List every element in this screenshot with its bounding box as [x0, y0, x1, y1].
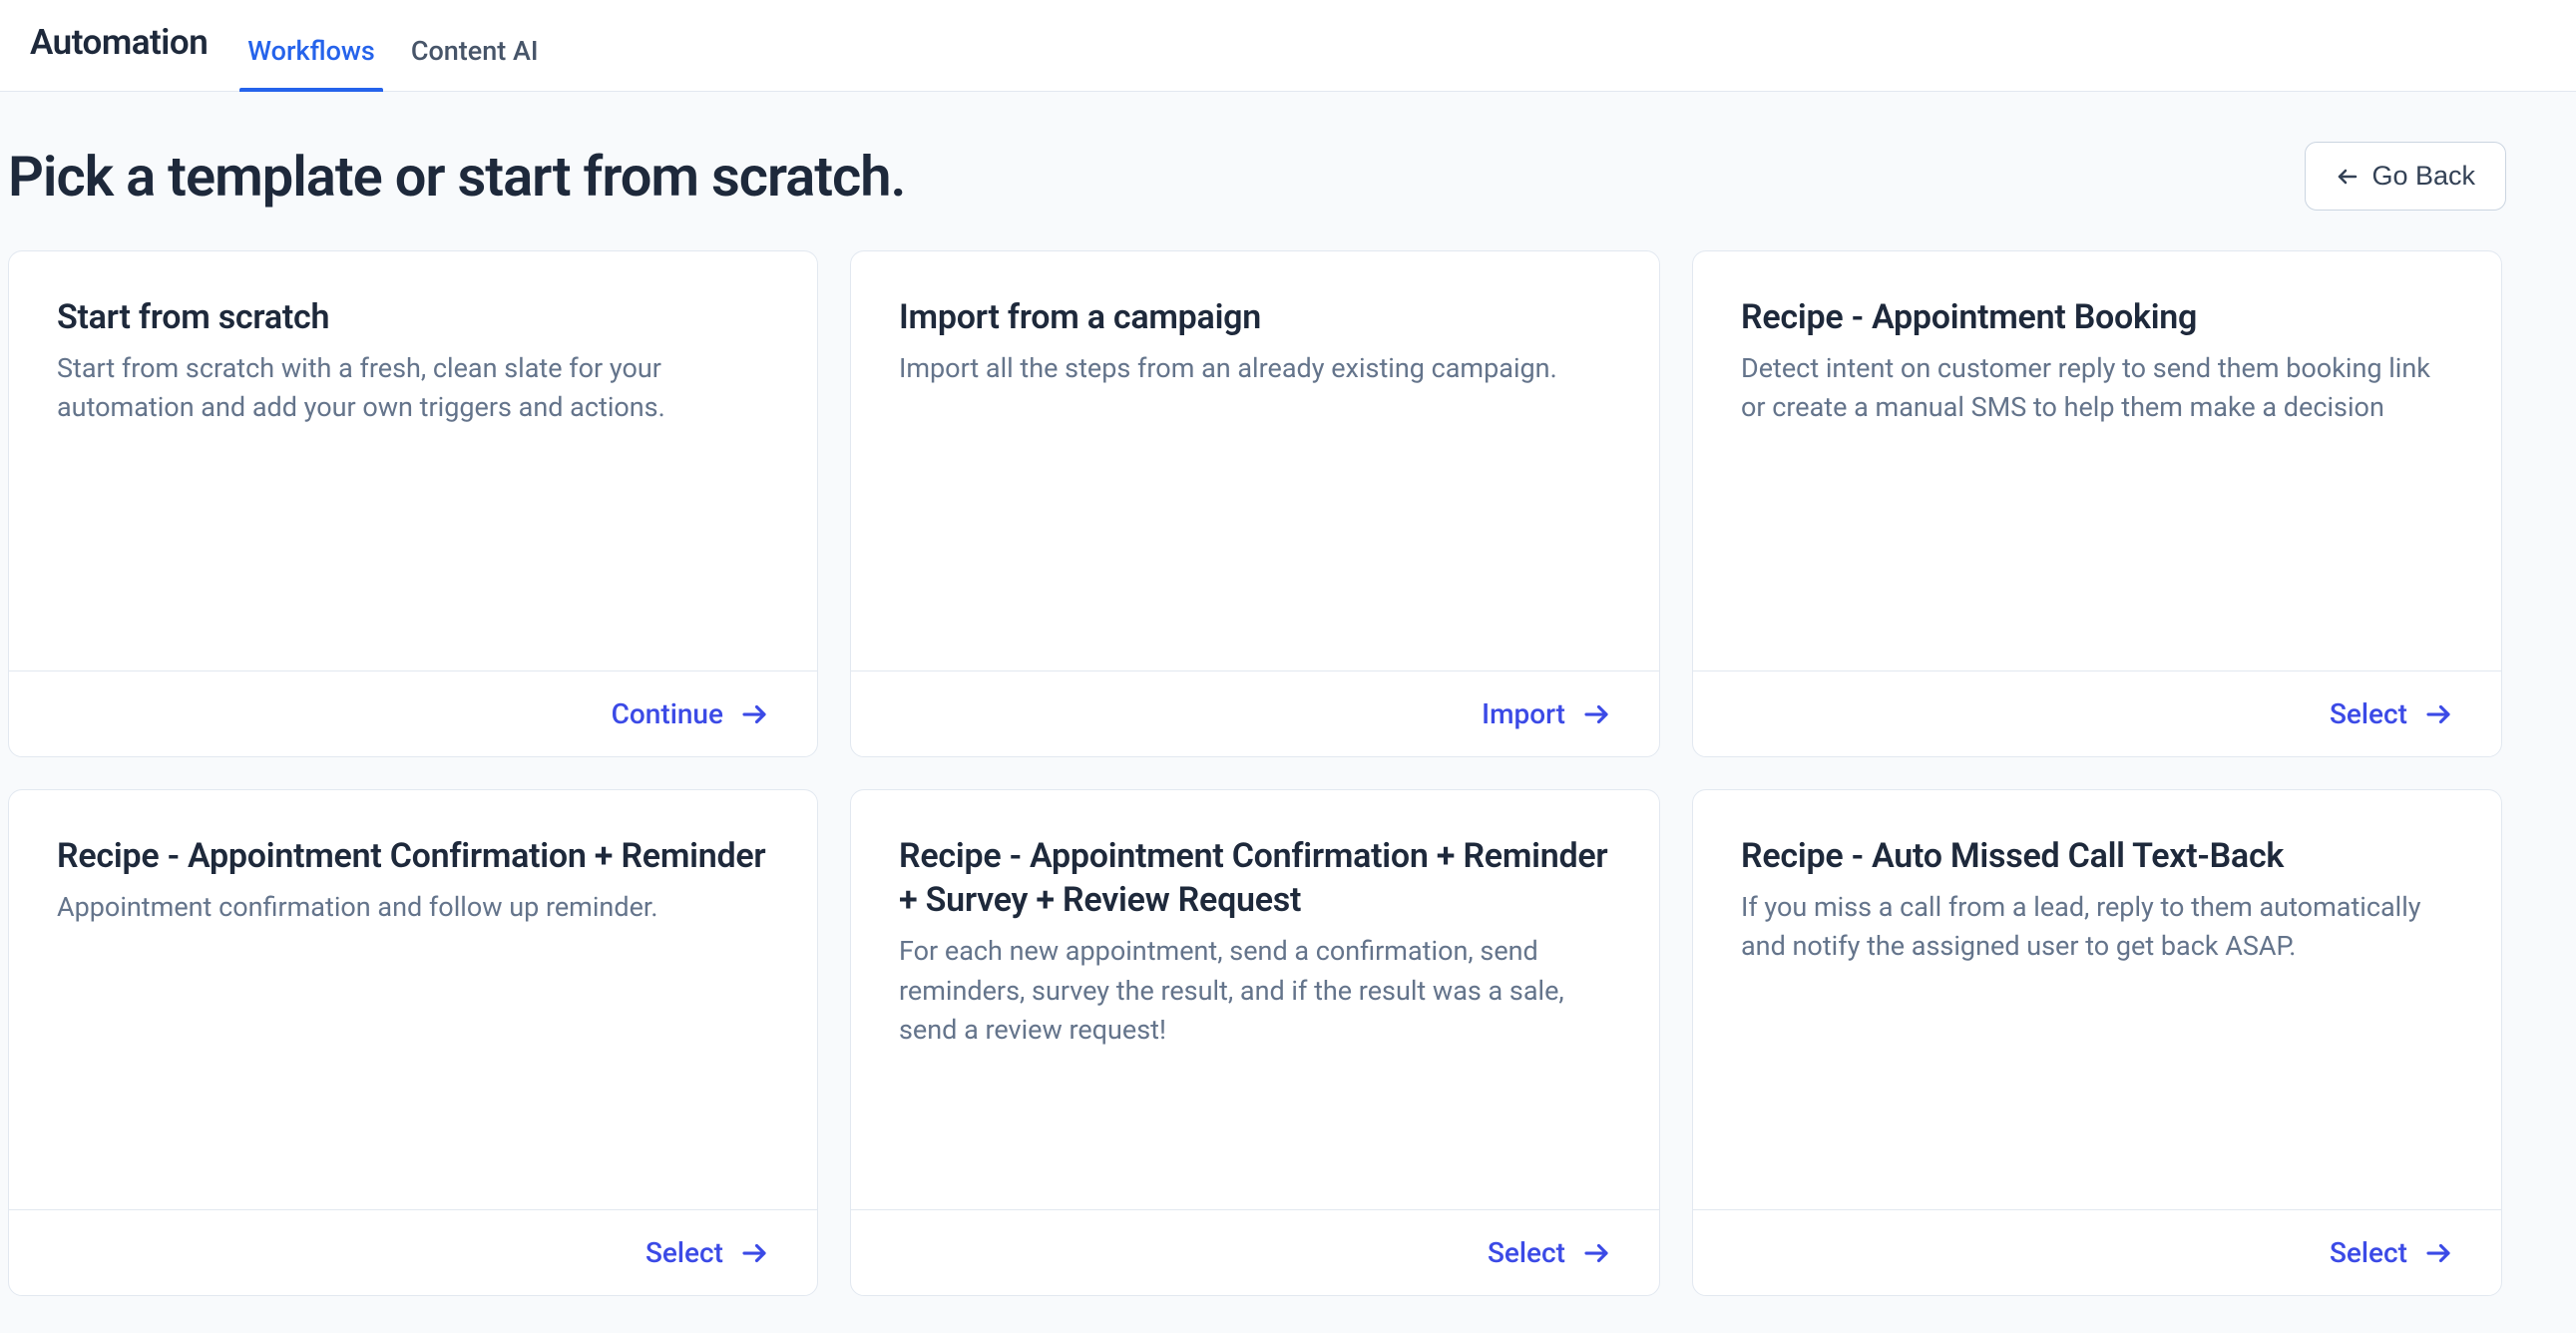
- card-body: Recipe - Appointment Confirmation + Remi…: [851, 790, 1659, 1209]
- card-body: Recipe - Appointment Confirmation + Remi…: [9, 790, 817, 1209]
- go-back-button[interactable]: Go Back: [2305, 142, 2506, 211]
- card-action-label: Import: [1482, 697, 1565, 730]
- arrow-right-icon: [739, 1238, 769, 1268]
- card-action-label: Select: [2330, 697, 2407, 730]
- card-title: Recipe - Auto Missed Call Text-Back: [1741, 834, 2453, 878]
- card-title: Recipe - Appointment Booking: [1741, 295, 2453, 339]
- go-back-label: Go Back: [2371, 161, 2475, 192]
- topbar: Automation Workflows Content AI: [0, 0, 2576, 92]
- card-desc: Import all the steps from an already exi…: [899, 349, 1597, 388]
- card-footer: Select: [1693, 670, 2501, 756]
- tabs: Workflows Content AI: [247, 35, 538, 91]
- card-footer: Continue: [9, 670, 817, 756]
- card-footer: Import: [851, 670, 1659, 756]
- continue-button[interactable]: Continue: [612, 697, 769, 730]
- card-desc: If you miss a call from a lead, reply to…: [1741, 888, 2439, 966]
- select-button[interactable]: Select: [645, 1236, 769, 1269]
- card-title: Recipe - Appointment Confirmation + Remi…: [899, 834, 1611, 922]
- card-desc: Start from scratch with a fresh, clean s…: [57, 349, 755, 427]
- card-import-from-campaign: Import from a campaign Import all the st…: [850, 250, 1660, 757]
- card-title: Start from scratch: [57, 295, 769, 339]
- card-body: Import from a campaign Import all the st…: [851, 251, 1659, 670]
- import-button[interactable]: Import: [1482, 697, 1611, 730]
- card-footer: Select: [851, 1209, 1659, 1295]
- card-recipe-appointment-booking: Recipe - Appointment Booking Detect inte…: [1692, 250, 2502, 757]
- card-body: Recipe - Appointment Booking Detect inte…: [1693, 251, 2501, 670]
- card-recipe-auto-missed-call-text-back: Recipe - Auto Missed Call Text-Back If y…: [1692, 789, 2502, 1296]
- arrow-right-icon: [2423, 699, 2453, 729]
- card-action-label: Select: [1488, 1236, 1565, 1269]
- card-desc: Detect intent on customer reply to send …: [1741, 349, 2439, 427]
- template-grid: Start from scratch Start from scratch wi…: [0, 250, 2514, 1296]
- card-action-label: Select: [2330, 1236, 2407, 1269]
- card-title: Import from a campaign: [899, 295, 1611, 339]
- tab-workflows[interactable]: Workflows: [247, 35, 375, 91]
- card-desc: Appointment confirmation and follow up r…: [57, 888, 755, 927]
- hero-row: Pick a template or start from scratch. G…: [0, 92, 2514, 250]
- card-footer: Select: [1693, 1209, 2501, 1295]
- app-title: Automation: [30, 22, 208, 91]
- select-button[interactable]: Select: [2330, 697, 2453, 730]
- card-start-from-scratch: Start from scratch Start from scratch wi…: [8, 250, 818, 757]
- arrow-right-icon: [2423, 1238, 2453, 1268]
- select-button[interactable]: Select: [2330, 1236, 2453, 1269]
- card-body: Start from scratch Start from scratch wi…: [9, 251, 817, 670]
- select-button[interactable]: Select: [1488, 1236, 1611, 1269]
- tab-content-ai[interactable]: Content AI: [411, 35, 539, 91]
- arrow-right-icon: [1581, 1238, 1611, 1268]
- card-recipe-appointment-confirmation-survey-review: Recipe - Appointment Confirmation + Remi…: [850, 789, 1660, 1296]
- card-title: Recipe - Appointment Confirmation + Remi…: [57, 834, 769, 878]
- arrow-left-icon: [2336, 165, 2360, 189]
- card-footer: Select: [9, 1209, 817, 1295]
- card-desc: For each new appointment, send a confirm…: [899, 932, 1597, 1049]
- card-recipe-appointment-confirmation-reminder: Recipe - Appointment Confirmation + Remi…: [8, 789, 818, 1296]
- card-action-label: Continue: [612, 697, 723, 730]
- card-body: Recipe - Auto Missed Call Text-Back If y…: [1693, 790, 2501, 1209]
- card-action-label: Select: [645, 1236, 723, 1269]
- arrow-right-icon: [1581, 699, 1611, 729]
- arrow-right-icon: [739, 699, 769, 729]
- page-title: Pick a template or start from scratch.: [8, 144, 905, 210]
